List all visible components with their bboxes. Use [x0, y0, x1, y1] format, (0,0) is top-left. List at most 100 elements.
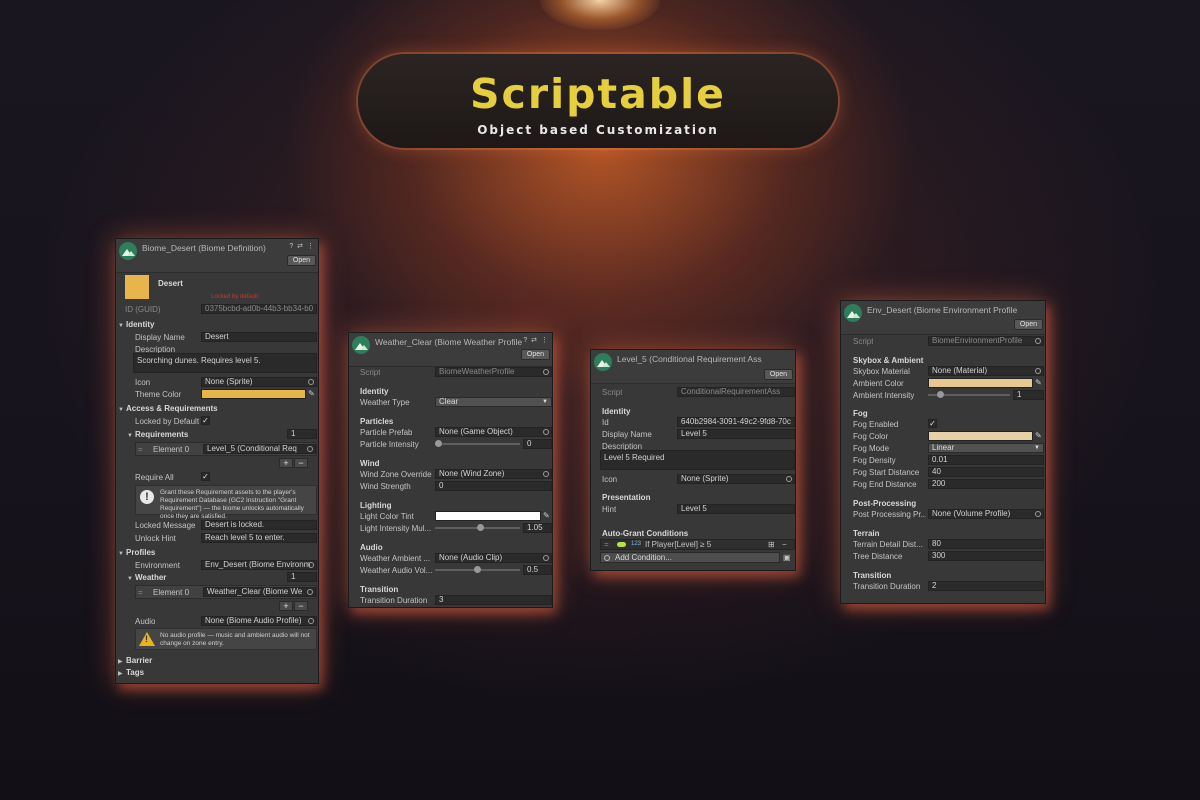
slider-handle[interactable] — [937, 391, 944, 398]
object-picker-icon[interactable] — [307, 446, 313, 452]
ambient-intensity-field[interactable]: 1 — [1013, 390, 1044, 400]
particle-intensity-slider[interactable] — [435, 439, 520, 449]
weather-element-field[interactable]: Weather_Clear (Biome We — [203, 587, 316, 597]
theme-color-field[interactable] — [201, 389, 306, 399]
open-button[interactable]: Open — [520, 349, 550, 360]
object-picker-icon[interactable] — [543, 555, 549, 561]
light-intensity-slider[interactable] — [435, 523, 520, 533]
locked-default-checkbox[interactable]: ✓ — [201, 416, 210, 425]
chevron-right-icon[interactable]: ▶ — [118, 657, 123, 667]
icon-field[interactable]: None (Sprite) — [201, 377, 317, 387]
requirements-count[interactable]: 1 — [287, 429, 317, 439]
ambient-color-field[interactable] — [928, 378, 1033, 388]
locked-message-field[interactable]: Desert is locked. — [201, 520, 317, 530]
object-picker-icon[interactable] — [308, 562, 314, 568]
expand-icon[interactable]: ⊞ — [768, 540, 775, 549]
object-picker-icon[interactable] — [543, 429, 549, 435]
object-picker-icon[interactable] — [1035, 511, 1041, 517]
slider-handle[interactable] — [435, 440, 442, 447]
requirements-header[interactable]: Requirements — [135, 430, 188, 440]
fog-start-field[interactable]: 40 — [928, 467, 1044, 477]
wind-zone-field[interactable]: None (Wind Zone) — [435, 469, 552, 479]
description-field[interactable]: Level 5 Required — [600, 450, 795, 470]
slider-handle[interactable] — [474, 566, 481, 573]
fog-mode-dropdown[interactable]: Linear ▼ — [928, 443, 1044, 453]
chevron-down-icon[interactable]: ▼ — [127, 574, 133, 584]
description-field[interactable]: Scorching dunes. Requires level 5. — [133, 353, 317, 373]
weather-type-dropdown[interactable]: Clear ▼ — [435, 397, 552, 407]
terrain-detail-field[interactable]: 80 — [928, 539, 1044, 549]
fog-end-field[interactable]: 200 — [928, 479, 1044, 489]
audio-volume-field[interactable]: 0.5 — [523, 565, 552, 575]
identity-header[interactable]: Identity — [126, 320, 154, 330]
remove-icon[interactable]: − — [782, 540, 787, 549]
chevron-down-icon[interactable]: ▼ — [118, 405, 124, 415]
weather-list-header[interactable]: Weather — [135, 573, 166, 583]
particle-prefab-field[interactable]: None (Game Object) — [435, 427, 552, 437]
add-requirement-button[interactable]: + — [279, 458, 293, 468]
display-name-field[interactable]: Level 5 — [677, 429, 795, 439]
transition-duration-field[interactable]: 3 — [435, 595, 552, 605]
chevron-down-icon[interactable]: ▼ — [118, 321, 124, 331]
ambient-audio-field[interactable]: None (Audio Clip) — [435, 553, 552, 563]
clipboard-icon[interactable]: ▣ — [783, 553, 791, 563]
wind-strength-field[interactable]: 0 — [435, 481, 552, 491]
light-intensity-field[interactable]: 1.05 — [523, 523, 552, 533]
unlock-hint-field[interactable]: Reach level 5 to enter. — [201, 533, 317, 543]
condition-row[interactable]: = 123 If Player[Level] ≥ 5 ⊞ − — [600, 539, 795, 550]
display-name-field[interactable]: Desert — [201, 332, 317, 342]
fog-enabled-checkbox[interactable]: ✓ — [928, 419, 937, 428]
object-picker-icon[interactable] — [307, 589, 313, 595]
tree-distance-field[interactable]: 300 — [928, 551, 1044, 561]
ambient-intensity-slider[interactable] — [928, 390, 1010, 400]
transition-duration-field[interactable]: 2 — [928, 581, 1044, 591]
open-button[interactable]: Open — [1013, 319, 1043, 330]
eyedropper-icon[interactable]: ✎ — [543, 512, 551, 520]
header-icons[interactable]: ? ⇄ ⋮ — [523, 336, 549, 346]
environment-field[interactable]: Env_Desert (Biome Environm — [201, 560, 317, 570]
object-picker-icon[interactable] — [308, 618, 314, 624]
hint-field[interactable]: Level 5 — [677, 504, 795, 514]
profiles-header[interactable]: Profiles — [126, 548, 155, 558]
header-icons[interactable]: ? ⇄ ⋮ — [289, 242, 315, 252]
script-label: Script — [602, 388, 623, 397]
object-picker-icon[interactable] — [786, 476, 792, 482]
drag-handle-icon[interactable]: = — [138, 445, 143, 455]
tags-header[interactable]: Tags — [126, 668, 144, 678]
skybox-header: Skybox & Ambient — [853, 356, 924, 365]
eyedropper-icon[interactable]: ✎ — [1035, 379, 1043, 387]
chevron-right-icon[interactable]: ▶ — [118, 669, 123, 679]
eyedropper-icon[interactable]: ✎ — [1035, 432, 1043, 440]
weather-count[interactable]: 1 — [287, 572, 317, 582]
object-picker-icon[interactable] — [1035, 368, 1041, 374]
chevron-down-icon[interactable]: ▼ — [127, 431, 133, 441]
audio-volume-slider[interactable] — [435, 565, 520, 575]
condition-toggle[interactable] — [617, 542, 626, 547]
light-tint-field[interactable] — [435, 511, 541, 521]
skybox-material-field[interactable]: None (Material) — [928, 366, 1044, 376]
require-all-checkbox[interactable]: ✓ — [201, 472, 210, 481]
open-button[interactable]: Open — [286, 255, 316, 266]
barrier-header[interactable]: Barrier — [126, 656, 152, 666]
id-field[interactable]: 640b2984-3091-49c2-9fd8-70c — [677, 417, 795, 427]
post-processing-field[interactable]: None (Volume Profile) — [928, 509, 1044, 519]
add-weather-button[interactable]: + — [279, 601, 293, 611]
remove-weather-button[interactable]: − — [294, 601, 308, 611]
fog-density-field[interactable]: 0.01 — [928, 455, 1044, 465]
drag-handle-icon[interactable]: = — [604, 540, 609, 549]
slider-handle[interactable] — [477, 524, 484, 531]
fog-color-field[interactable] — [928, 431, 1033, 441]
add-condition-button[interactable]: Add Condition... — [600, 552, 780, 563]
eyedropper-icon[interactable]: ✎ — [308, 390, 316, 398]
access-header[interactable]: Access & Requirements — [126, 404, 218, 414]
object-picker-icon[interactable] — [543, 471, 549, 477]
chevron-down-icon[interactable]: ▼ — [118, 549, 124, 559]
icon-field[interactable]: None (Sprite) — [677, 474, 795, 484]
object-picker-icon[interactable] — [308, 379, 314, 385]
open-button[interactable]: Open — [763, 369, 793, 380]
particle-intensity-field[interactable]: 0 — [523, 439, 552, 449]
audio-field[interactable]: None (Biome Audio Profile) — [201, 616, 317, 626]
req-element-field[interactable]: Level_5 (Conditional Req — [203, 444, 316, 454]
remove-requirement-button[interactable]: − — [294, 458, 308, 468]
drag-handle-icon[interactable]: = — [138, 588, 143, 598]
